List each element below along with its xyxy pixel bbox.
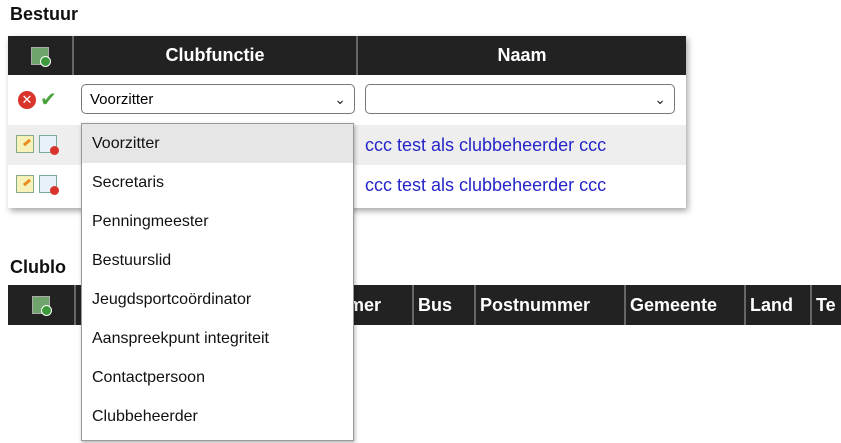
column-header-postnummer[interactable]: Postnummer	[474, 285, 624, 325]
dropdown-option-penningmeester[interactable]: Penningmeester	[82, 202, 353, 241]
column-header-land[interactable]: Land	[744, 285, 810, 325]
dropdown-option-aanspreekpunt-integriteit[interactable]: Aanspreekpunt integriteit	[82, 319, 353, 358]
column-header-clubfunctie[interactable]: Clubfunctie	[74, 36, 358, 75]
cancel-icon[interactable]: ✕	[18, 91, 36, 109]
clublokalen-add-cell	[32, 296, 52, 316]
edit-icon[interactable]	[16, 135, 34, 153]
dropdown-option-bestuurslid[interactable]: Bestuurslid	[82, 241, 353, 280]
naam-select[interactable]: ⌄	[365, 84, 675, 114]
bestuur-title: Bestuur	[10, 4, 79, 24]
column-header-gemeente[interactable]: Gemeente	[624, 285, 744, 325]
edit-row: ✕ ✔ Voorzitter ⌄ ⌄	[8, 75, 686, 123]
column-header-naam[interactable]: Naam	[358, 36, 686, 75]
member-name-link[interactable]: ccc test als clubbeheerder ccc	[365, 135, 606, 156]
dropdown-option-secretaris[interactable]: Secretaris	[82, 163, 353, 202]
dropdown-option-contactpersoon[interactable]: Contactpersoon	[82, 358, 353, 397]
delete-icon[interactable]	[39, 175, 59, 195]
column-header-huisnummer[interactable]: mer	[348, 285, 412, 325]
column-header-te[interactable]: Te	[810, 285, 841, 325]
clublokalen-title: Clublo	[10, 257, 66, 277]
clubfunctie-select[interactable]: Voorzitter ⌄	[81, 84, 355, 114]
bestuur-header-row: Clubfunctie Naam	[8, 36, 686, 75]
column-header-bus[interactable]: Bus	[412, 285, 474, 325]
confirm-check-icon[interactable]: ✔	[40, 87, 57, 112]
member-name-link[interactable]: ccc test als clubbeheerder ccc	[365, 175, 606, 196]
chevron-down-icon: ⌄	[654, 91, 666, 107]
add-row-icon[interactable]	[32, 296, 52, 316]
delete-icon[interactable]	[39, 135, 59, 155]
dropdown-option-voorzitter[interactable]: Voorzitter	[82, 124, 353, 163]
chevron-down-icon: ⌄	[334, 91, 346, 107]
dropdown-option-jeugdsportcoordinator[interactable]: Jeugdsportcoördinator	[82, 280, 353, 319]
clubfunctie-dropdown[interactable]: Voorzitter Secretaris Penningmeester Bes…	[81, 123, 354, 441]
edit-icon[interactable]	[16, 175, 34, 193]
dropdown-option-clubbeheerder[interactable]: Clubbeheerder	[82, 397, 353, 436]
header-add-cell	[8, 36, 74, 75]
clubfunctie-select-value: Voorzitter	[90, 90, 154, 108]
add-row-icon[interactable]	[31, 46, 51, 67]
